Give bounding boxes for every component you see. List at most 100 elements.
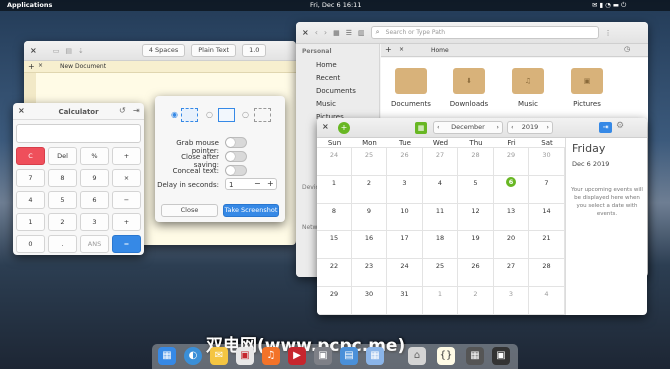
- sidebar-item-music[interactable]: Music: [296, 98, 379, 111]
- calendar-day-cell[interactable]: 27: [494, 259, 529, 287]
- terminal-icon[interactable]: ▤: [340, 347, 358, 365]
- sidebar-item-documents[interactable]: Documents: [296, 85, 379, 98]
- appcenter-icon[interactable]: ▦: [366, 347, 384, 365]
- calendar-day-cell[interactable]: 28: [529, 259, 565, 287]
- calendar-day-cell[interactable]: 12: [458, 203, 494, 232]
- grab-pointer-switch[interactable]: [225, 137, 247, 148]
- back-icon[interactable]: ‹: [315, 28, 318, 37]
- applications-menu[interactable]: Applications: [7, 0, 52, 11]
- tab-close-icon[interactable]: ×: [399, 46, 404, 53]
- indicator-icons[interactable]: ✉ ▮ ◔ ▬ ⏻: [592, 0, 626, 11]
- folder-downloads-icon[interactable]: ⬇: [453, 68, 485, 94]
- key-7[interactable]: 7: [16, 169, 45, 187]
- browser-icon[interactable]: ◐: [184, 347, 202, 365]
- language-button[interactable]: Plain Text: [191, 44, 237, 57]
- folder-downloads-label[interactable]: Downloads: [439, 100, 499, 108]
- zoom-button[interactable]: 1.0: [242, 44, 267, 57]
- next-year-icon[interactable]: ›: [546, 122, 549, 133]
- menu-icon[interactable]: ⋮: [605, 29, 612, 37]
- capture-window-option[interactable]: ○: [206, 108, 240, 124]
- add-event-icon[interactable]: +: [338, 122, 350, 134]
- music-icon[interactable]: ♫: [262, 347, 280, 365]
- key-multiply[interactable]: ×: [112, 169, 141, 187]
- tab-home[interactable]: Home: [431, 47, 449, 54]
- calendar-day-cell[interactable]: 27: [423, 148, 458, 176]
- key-2[interactable]: 2: [48, 213, 77, 231]
- calendar-day-cell[interactable]: 2: [352, 175, 387, 204]
- radio-icon[interactable]: ○: [206, 110, 213, 119]
- key-3[interactable]: 3: [80, 213, 109, 231]
- code-icon[interactable]: {}: [437, 347, 455, 365]
- capture-area-option[interactable]: ○: [242, 108, 276, 124]
- calendar-day-cell[interactable]: 17: [387, 231, 423, 260]
- multitasking-icon[interactable]: ▦: [158, 347, 176, 365]
- key-subtract[interactable]: −: [112, 191, 141, 209]
- calendar-day-cell[interactable]: 24: [317, 148, 352, 176]
- calendar-day-cell[interactable]: 24: [387, 259, 423, 287]
- delay-value[interactable]: 1: [229, 181, 233, 189]
- history-icon[interactable]: ↺: [119, 106, 126, 115]
- close-button[interactable]: Close: [161, 204, 218, 217]
- calendar-day-cell[interactable]: 8: [317, 203, 352, 232]
- calendar-day-cell[interactable]: 15: [317, 231, 352, 260]
- import-icon[interactable]: ⇥: [599, 122, 612, 133]
- clock[interactable]: Fri, Dec 6 16:11: [310, 0, 361, 11]
- folder-pictures-icon[interactable]: ▣: [571, 68, 603, 94]
- key-4[interactable]: 4: [16, 191, 45, 209]
- calendar-day-cell[interactable]: 28: [458, 148, 494, 176]
- key-6[interactable]: 6: [80, 191, 109, 209]
- folder-documents-icon[interactable]: [395, 68, 427, 94]
- key-5[interactable]: 5: [48, 191, 77, 209]
- revert-icon[interactable]: ⇣: [78, 47, 84, 55]
- key-percent[interactable]: %: [80, 147, 109, 165]
- calendar-day-cell[interactable]: 25: [352, 148, 387, 176]
- spaces-button[interactable]: 4 Spaces: [141, 44, 186, 57]
- calendar-day-cell[interactable]: 11: [423, 203, 458, 232]
- calendar-day-cell[interactable]: 29: [494, 148, 529, 176]
- take-screenshot-button[interactable]: Take Screenshot: [223, 204, 279, 217]
- forward-icon[interactable]: ›: [324, 28, 327, 37]
- key-equals[interactable]: =: [112, 235, 141, 253]
- settings-icon[interactable]: ⚙: [616, 121, 624, 131]
- close-icon[interactable]: ×: [30, 46, 37, 55]
- calendar-day-cell[interactable]: 26: [387, 148, 423, 176]
- key-ans[interactable]: ANS: [80, 235, 109, 253]
- calendar-day-cell[interactable]: 3: [494, 287, 529, 315]
- view-list-icon[interactable]: ☰: [346, 29, 352, 37]
- key-delete[interactable]: Del: [48, 147, 77, 165]
- calendar-day-cell[interactable]: 30: [352, 287, 387, 315]
- key-clear[interactable]: C: [16, 147, 45, 165]
- calendar-day-cell[interactable]: 1: [423, 287, 458, 315]
- videos-icon[interactable]: ▶: [288, 347, 306, 365]
- folder-music-label[interactable]: Music: [498, 100, 558, 108]
- close-after-saving-switch[interactable]: [225, 151, 247, 162]
- calendar-day-cell[interactable]: 26: [458, 259, 494, 287]
- calendar-day-cell[interactable]: 18: [423, 231, 458, 260]
- tab-new-document[interactable]: New Document: [60, 63, 106, 70]
- decrement-icon[interactable]: −: [254, 179, 261, 188]
- next-month-icon[interactable]: ›: [496, 122, 499, 133]
- calendar-day-cell[interactable]: 14: [529, 203, 565, 232]
- calendar-day-cell-today[interactable]: 6: [494, 175, 529, 204]
- calendar-icon[interactable]: ▣: [236, 347, 254, 365]
- calendar-day-cell[interactable]: 7: [529, 175, 565, 204]
- key-9[interactable]: 9: [80, 169, 109, 187]
- calendar-day-cell[interactable]: 5: [458, 175, 494, 204]
- sidebar-item-home[interactable]: Home: [296, 59, 379, 72]
- photos-icon[interactable]: ▣: [314, 347, 332, 365]
- calendar-day-cell[interactable]: 19: [458, 231, 494, 260]
- calendar-day-cell[interactable]: 25: [423, 259, 458, 287]
- calendar-day-cell[interactable]: 30: [529, 148, 565, 176]
- calendar-day-cell[interactable]: 9: [352, 203, 387, 232]
- calendar-day-cell[interactable]: 16: [352, 231, 387, 260]
- extended-icon[interactable]: ⇥: [133, 106, 140, 115]
- save-icon[interactable]: ▤: [65, 47, 72, 55]
- calendar-day-cell[interactable]: 31: [387, 287, 423, 315]
- radio-checked-icon[interactable]: ◉: [171, 110, 178, 119]
- mail-icon[interactable]: ✉: [210, 347, 228, 365]
- increment-icon[interactable]: +: [267, 179, 274, 188]
- key-add[interactable]: +: [112, 213, 141, 231]
- calendar-day-cell[interactable]: 22: [317, 259, 352, 287]
- capture-screen-option[interactable]: ◉: [171, 108, 199, 124]
- files-icon[interactable]: ⌂: [408, 347, 426, 365]
